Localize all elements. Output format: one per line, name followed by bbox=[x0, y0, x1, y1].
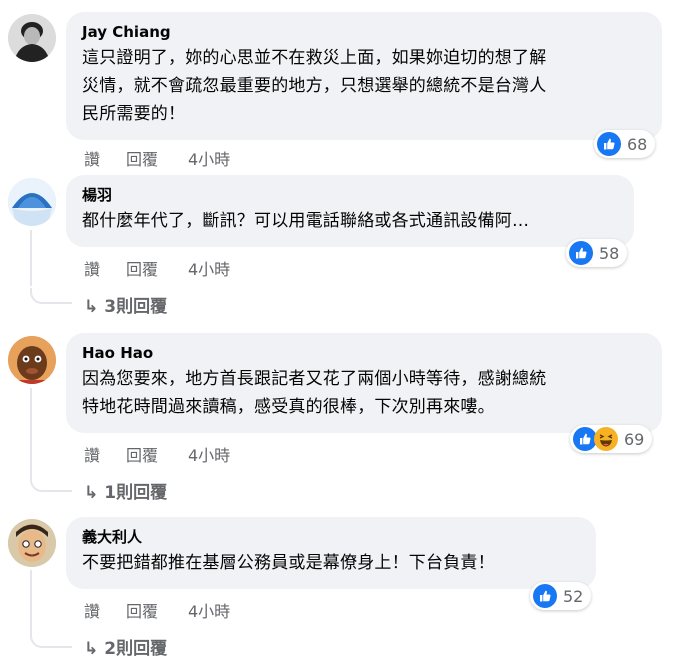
comment-text: 不要把錯都推在基層公務員或是幕僚身上！下台負責！ bbox=[82, 553, 495, 573]
reaction-count: 52 bbox=[563, 586, 584, 606]
comment-timestamp[interactable]: 4小時 bbox=[188, 598, 230, 622]
comment: 義大利人 不要把錯都推在基層公務員或是幕僚身上！下台負責！ 52 讚 回覆 4小… bbox=[0, 0, 700, 665]
like-icon bbox=[533, 584, 557, 608]
view-replies-link[interactable]: ↳ 2則回覆 bbox=[84, 634, 167, 659]
comment-author[interactable]: 義大利人 bbox=[82, 527, 580, 547]
thread-corner bbox=[30, 632, 72, 648]
reply-arrow-icon: ↳ bbox=[84, 639, 99, 659]
like-button[interactable]: 讚 bbox=[84, 598, 100, 622]
reply-button[interactable]: 回覆 bbox=[126, 598, 158, 622]
reaction-summary[interactable]: 52 bbox=[530, 582, 592, 610]
avatar[interactable] bbox=[8, 519, 56, 567]
comment-bubble: 義大利人 不要把錯都推在基層公務員或是幕僚身上！下台負責！ bbox=[66, 517, 596, 589]
replies-count-label: 2則回覆 bbox=[104, 639, 168, 659]
thread-line bbox=[30, 570, 32, 632]
